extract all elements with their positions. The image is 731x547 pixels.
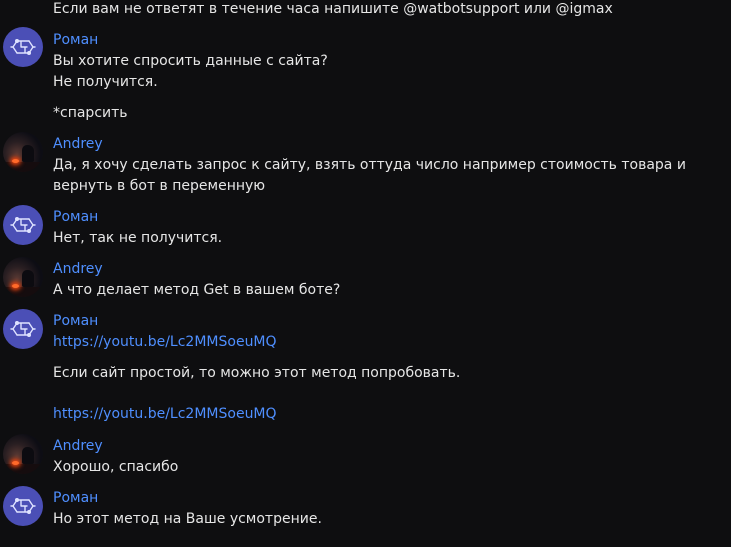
avatar-figure bbox=[22, 447, 34, 464]
message-text: Нет, так не получится. bbox=[53, 230, 223, 246]
message-text: Если сайт простой, то можно этот метод п… bbox=[53, 365, 461, 381]
message-link[interactable]: https://youtu.be/Lc2MMSoeuMQ bbox=[53, 333, 277, 351]
avatar-figure bbox=[22, 145, 34, 162]
user-avatar-photo[interactable] bbox=[3, 434, 43, 474]
message-text: Да, я хочу сделать запрос к сайту, взять… bbox=[53, 157, 686, 173]
message-text: вернуть в бот в переменную bbox=[53, 178, 266, 194]
avatar-horizon bbox=[3, 464, 43, 474]
message-text: *спарсить bbox=[53, 105, 128, 121]
author-name[interactable]: Роман bbox=[53, 489, 98, 507]
author-name[interactable]: Роман bbox=[53, 31, 98, 49]
bot-avatar-icon[interactable] bbox=[3, 27, 43, 67]
message-text: Вы хотите спросить данные с сайта? bbox=[53, 53, 328, 69]
avatar-glow bbox=[12, 284, 19, 288]
user-avatar-photo[interactable] bbox=[3, 132, 43, 172]
message-text: Но этот метод на Ваше усмотрение. bbox=[53, 511, 322, 527]
message-text: Не получится. bbox=[53, 74, 158, 90]
message-text: Если вам не ответят в течение часа напиш… bbox=[53, 1, 613, 17]
avatar-horizon bbox=[3, 162, 43, 172]
message-text: А что делает метод Get в вашем боте? bbox=[53, 282, 341, 298]
message-text: Хорошо, спасибо bbox=[53, 459, 179, 475]
author-name[interactable]: Роман bbox=[53, 208, 98, 226]
bot-avatar-icon[interactable] bbox=[3, 205, 43, 245]
avatar-glow bbox=[12, 461, 19, 465]
author-name[interactable]: Andrey bbox=[53, 135, 103, 153]
avatar-glow bbox=[12, 159, 19, 163]
avatar-figure bbox=[22, 270, 34, 287]
chat-log: Если вам не ответят в течение часа напиш… bbox=[0, 0, 731, 547]
author-name[interactable]: Роман bbox=[53, 312, 98, 330]
bot-avatar-icon[interactable] bbox=[3, 486, 43, 526]
avatar-horizon bbox=[3, 287, 43, 297]
bot-avatar-icon[interactable] bbox=[3, 309, 43, 349]
author-name[interactable]: Andrey bbox=[53, 437, 103, 455]
user-avatar-photo[interactable] bbox=[3, 257, 43, 297]
author-name[interactable]: Andrey bbox=[53, 260, 103, 278]
message-link[interactable]: https://youtu.be/Lc2MMSoeuMQ bbox=[53, 405, 277, 423]
